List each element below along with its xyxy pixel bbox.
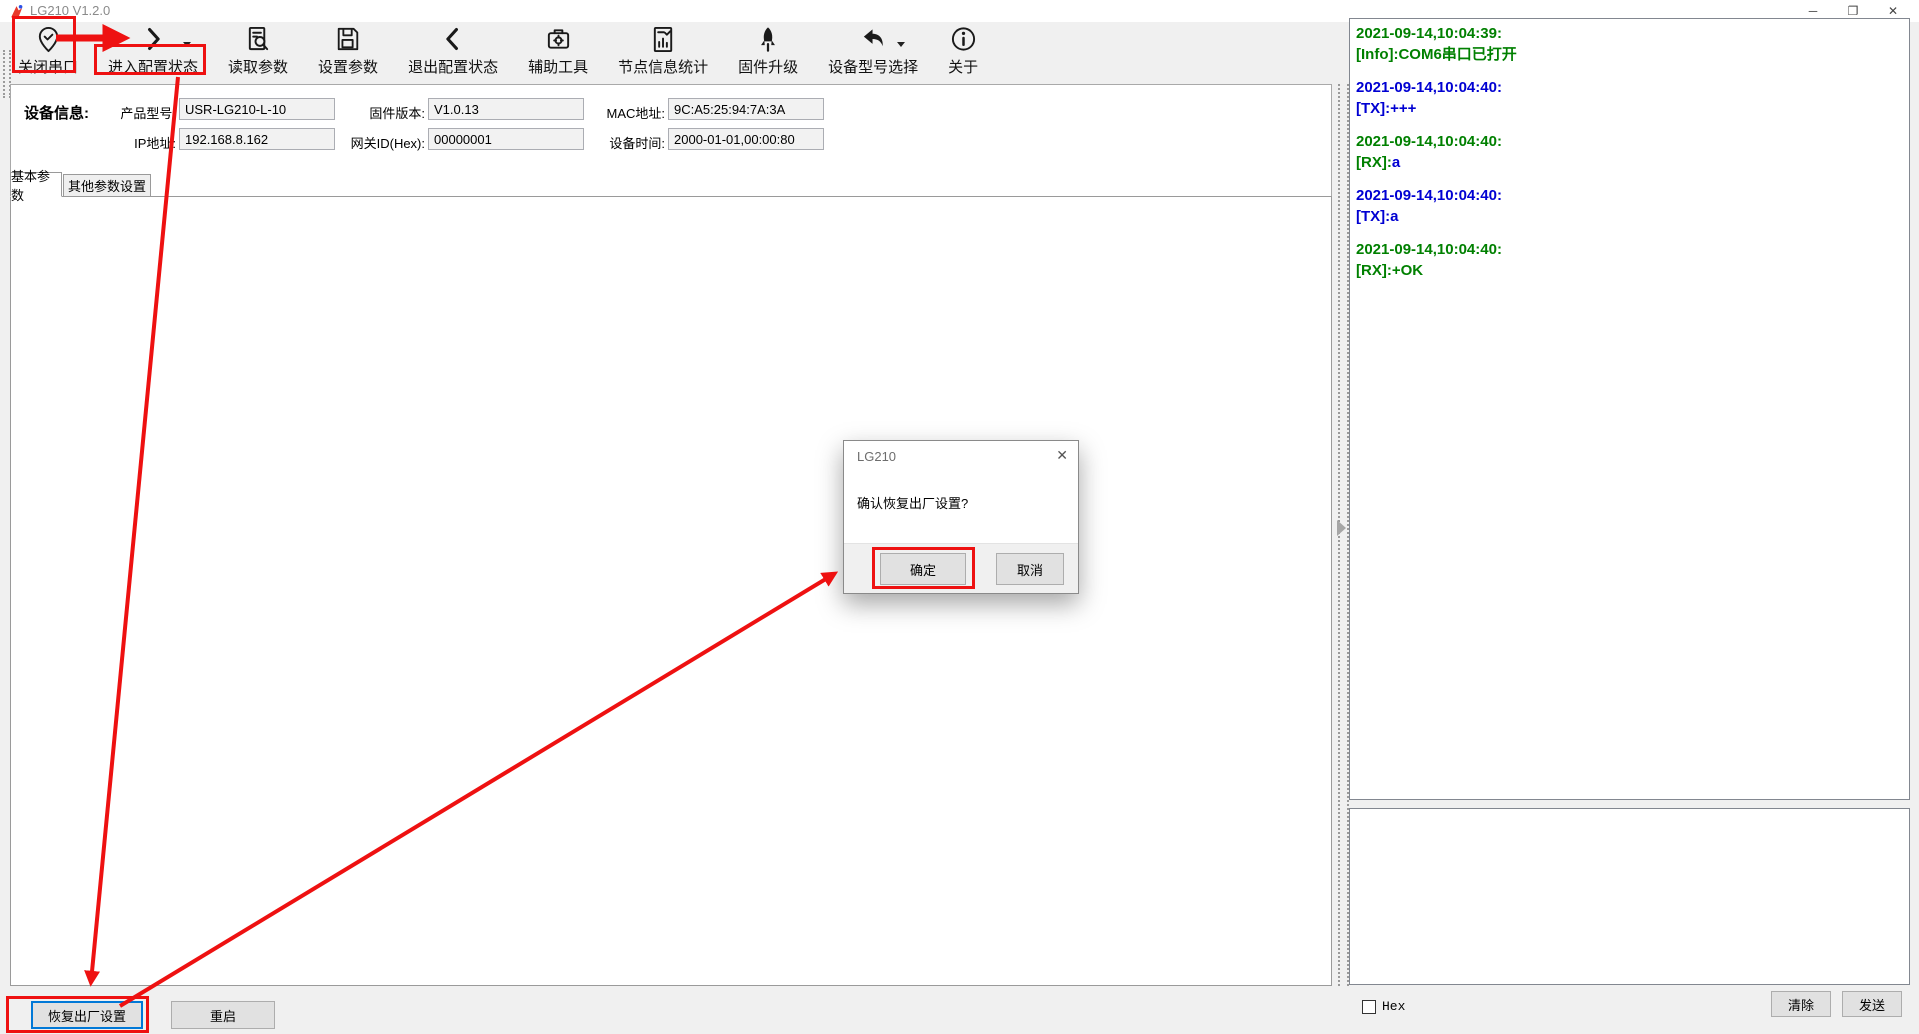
dialog-ok-button[interactable]: 确定 [880, 553, 966, 585]
floppy-save-icon [335, 24, 361, 54]
restart-button[interactable]: 重启 [171, 1001, 275, 1029]
toolbar-button-label: 设置参数 [318, 56, 378, 77]
log-entry: 2021-09-14,10:04:39:[Info]:COM6串口已打开 [1356, 23, 1903, 65]
field-label-product-model: 产品型号: [96, 103, 176, 122]
chevron-right-icon [141, 24, 165, 54]
toolbar-button-aux-tools[interactable]: 辅助工具 [524, 22, 592, 79]
field-label-device-time: 设备时间: [585, 133, 665, 152]
pin-check-icon [35, 24, 62, 54]
toolbar-button-label: 进入配置状态 [108, 56, 198, 77]
dialog-title: LG210 [857, 449, 896, 464]
toolbar-button-device-model-select[interactable]: 设备型号选择 [824, 22, 922, 79]
field-label-mac-address: MAC地址: [585, 103, 665, 122]
confirm-dialog: LG210 ✕ 确认恢复出厂设置? 确定 取消 [843, 440, 1079, 594]
toolbar-button-exit-config[interactable]: 退出配置状态 [404, 22, 502, 79]
clear-button[interactable]: 清除 [1771, 991, 1831, 1017]
document-search-icon [245, 24, 272, 54]
info-icon [950, 24, 977, 54]
app-logo-icon [9, 4, 24, 24]
toolbar-button-set-params[interactable]: 设置参数 [314, 22, 382, 79]
log-entry: 2021-09-14,10:04:40:[RX]:a [1356, 131, 1903, 173]
mac-address-field: 9C:A5:25:94:7A:3A [668, 98, 824, 120]
tab-content-panel [10, 196, 1332, 986]
toolbar-button-label: 节点信息统计 [618, 56, 708, 77]
field-label-gateway-id-hex: 网关ID(Hex): [325, 133, 425, 152]
tab-other-params[interactable]: 其他参数设置 [63, 174, 151, 197]
dialog-message: 确认恢复出厂设置? [857, 493, 968, 512]
toolbar-button-node-stats[interactable]: 节点信息统计 [614, 22, 712, 79]
toolbar-button-label: 读取参数 [228, 56, 288, 77]
field-label-firmware-version: 固件版本: [345, 103, 425, 122]
ip-address-field: 192.168.8.162 [179, 128, 335, 150]
gateway-id-hex-field: 00000001 [428, 128, 584, 150]
port-dropdown-caret-icon[interactable] [183, 42, 191, 47]
splitter-collapse-arrow-icon[interactable] [1337, 520, 1346, 536]
toolbar-button-label: 关闭串口 [18, 56, 78, 77]
device-info-section-label: 设备信息: [24, 102, 89, 123]
tab-basic-params[interactable]: 基本参数 [10, 172, 62, 197]
chevron-left-icon [441, 24, 465, 54]
dialog-close-icon[interactable]: ✕ [1056, 447, 1068, 464]
send-button[interactable]: 发送 [1842, 991, 1902, 1017]
rocket-icon [755, 24, 781, 54]
dialog-cancel-button[interactable]: 取消 [996, 553, 1064, 585]
checkbox-hex-label: Hex [1382, 999, 1405, 1014]
field-label-ip-address: IP地址: [96, 133, 176, 152]
undo-arrow-icon [860, 24, 887, 54]
toolbar-button-label: 关于 [948, 56, 978, 77]
checkbox-hex[interactable] [1362, 1000, 1376, 1014]
send-input-area[interactable] [1349, 808, 1910, 985]
log-entry: 2021-09-14,10:04:40:[TX]:+++ [1356, 77, 1903, 119]
factory-reset-button[interactable]: 恢复出厂设置 [31, 1001, 143, 1029]
toolbox-icon [545, 24, 572, 54]
toolbar-button-enter-config[interactable]: 进入配置状态 [104, 22, 202, 79]
toolbar-button-label: 退出配置状态 [408, 56, 498, 77]
toolbar-button-about[interactable]: 关于 [944, 22, 982, 79]
toolbar-button-label: 固件升级 [738, 56, 798, 77]
window-title: LG210 V1.2.0 [30, 3, 110, 18]
log-entry: 2021-09-14,10:04:40:[RX]:+OK [1356, 239, 1903, 281]
device-time-field: 2000-01-01,00:00:80 [668, 128, 824, 150]
document-stats-icon [650, 24, 677, 54]
toolbar-button-close-serial[interactable]: 关闭串口 [14, 22, 82, 79]
product-model-field: USR-LG210-L-10 [179, 98, 335, 120]
firmware-version-field: V1.0.13 [428, 98, 584, 120]
toolbar-button-firmware-upgrade[interactable]: 固件升级 [734, 22, 802, 79]
about-dropdown-caret-icon[interactable] [897, 42, 905, 47]
log-entry: 2021-09-14,10:04:40:[TX]:a [1356, 185, 1903, 227]
toolbar-button-label: 设备型号选择 [828, 56, 918, 77]
serial-log-area[interactable]: 2021-09-14,10:04:39:[Info]:COM6串口已打开 2021… [1349, 18, 1910, 800]
toolbar-button-label: 辅助工具 [528, 56, 588, 77]
toolbar-button-read-params[interactable]: 读取参数 [224, 22, 292, 79]
